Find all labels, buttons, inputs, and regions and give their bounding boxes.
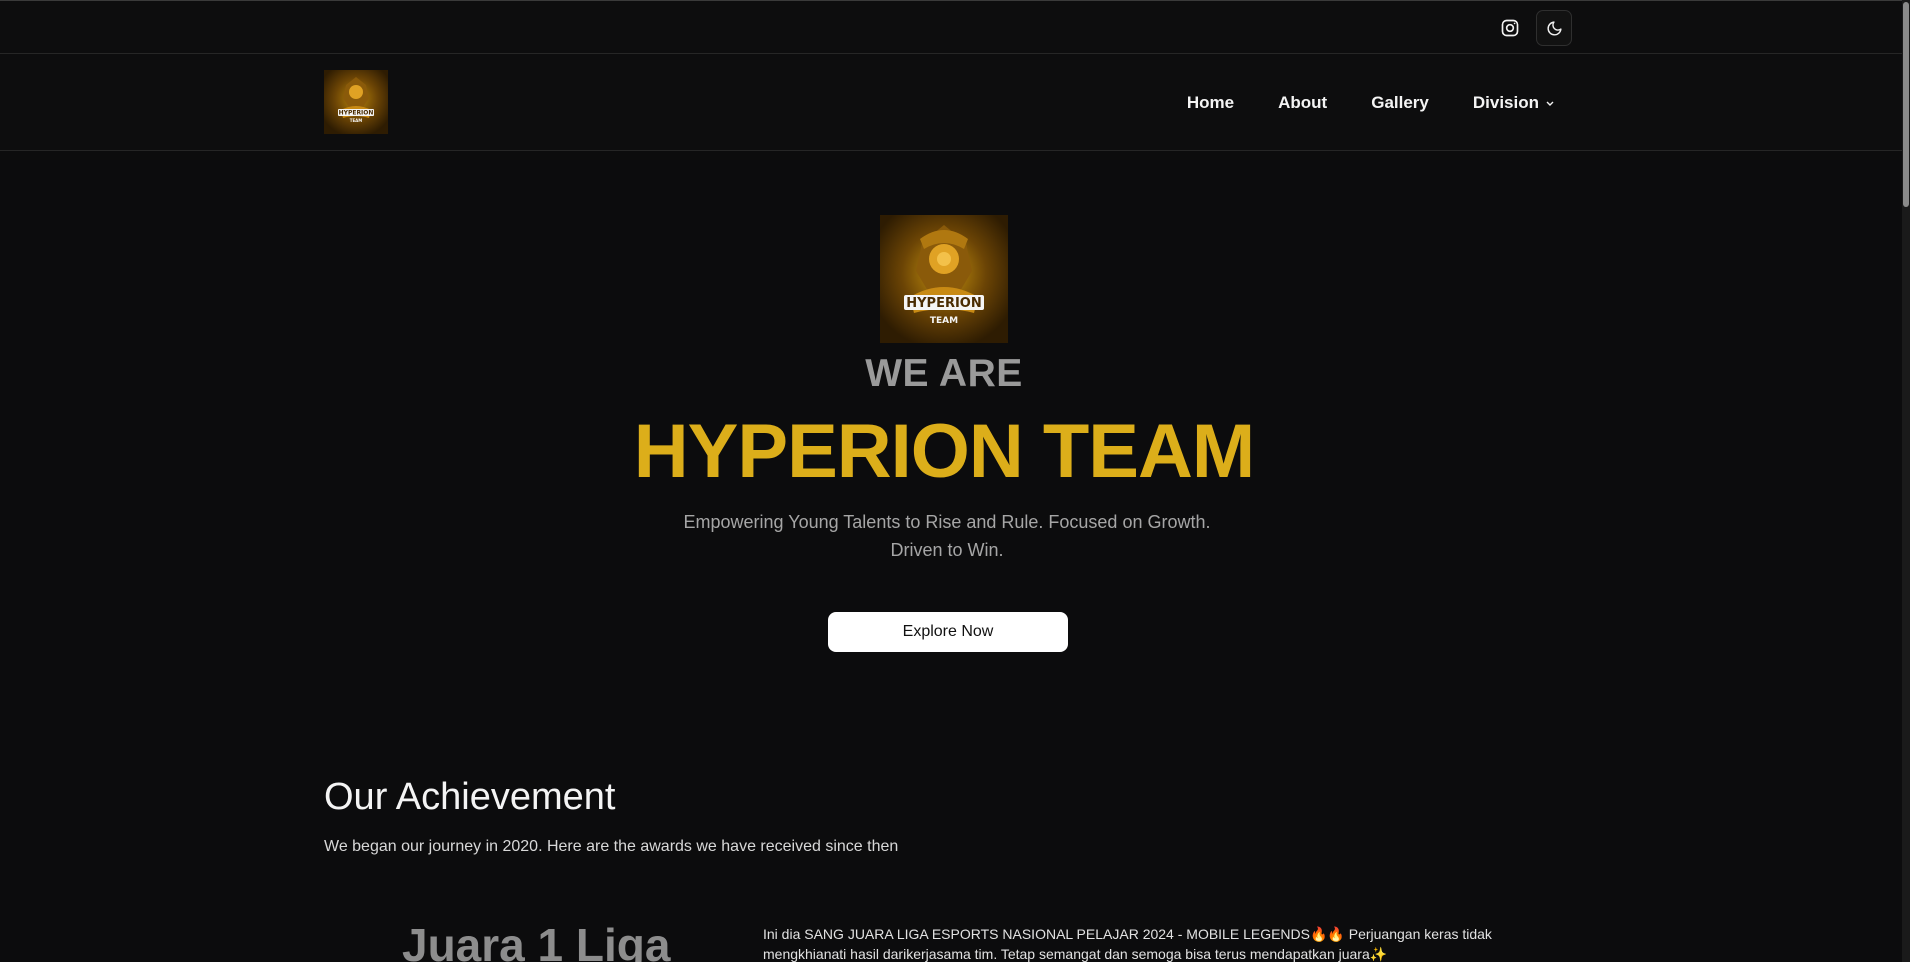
nav-gallery-label: Gallery: [1371, 92, 1429, 112]
main-navbar: HYPERION TEAM Home About Gallery Divisio…: [0, 54, 1902, 151]
hero-title: HYPERION TEAM: [633, 409, 1255, 494]
hyperion-logo: HYPERION TEAM: [324, 70, 388, 134]
theme-toggle-button[interactable]: [1536, 10, 1572, 46]
explore-now-button[interactable]: Explore Now: [828, 612, 1068, 652]
achievements-subtitle: We began our journey in 2020. Here are t…: [324, 838, 899, 855]
instagram-icon: [1501, 19, 1519, 37]
nav-home-label: Home: [1186, 92, 1235, 112]
hero-tagline: Empowering Young Talents to Rise and Rul…: [683, 512, 1211, 560]
achievement-card-title: Juara 1 Liga: [402, 919, 671, 962]
nav-division-label: Division: [1472, 92, 1539, 112]
top-utility-bar: [0, 0, 1902, 54]
page: HYPERION TEAM Home About Gallery Divisio…: [0, 0, 1910, 962]
nav-gallery[interactable]: Gallery: [1371, 93, 1429, 113]
nav-about-label: About: [1278, 92, 1328, 112]
nav-about[interactable]: About: [1278, 93, 1327, 113]
page-scrollbar[interactable]: [1902, 0, 1910, 962]
moon-icon: [1547, 20, 1562, 35]
svg-text:TEAM: TEAM: [930, 316, 958, 326]
achievements-title: Our Achievement: [324, 776, 616, 818]
chevron-down-icon: [1545, 98, 1555, 108]
svg-text:TEAM: TEAM: [350, 118, 363, 123]
nav-logo[interactable]: HYPERION TEAM: [324, 70, 388, 134]
svg-text:HYPERION: HYPERION: [339, 110, 374, 117]
nav-menu: Home About Gallery Division: [1143, 54, 1555, 151]
achievement-card-description: Ini dia SANG JUARA LIGA ESPORTS NASIONAL…: [763, 926, 1492, 962]
nav-home[interactable]: Home: [1187, 93, 1234, 113]
svg-text:HYPERION: HYPERION: [906, 296, 981, 311]
scrollbar-thumb[interactable]: [1903, 2, 1909, 207]
hyperion-logo: HYPERION TEAM: [880, 215, 1008, 343]
hero-logo: HYPERION TEAM: [880, 215, 1008, 343]
nav-division-dropdown[interactable]: Division: [1473, 93, 1555, 113]
hero-pre-title: WE ARE: [865, 352, 1023, 395]
instagram-link[interactable]: [1492, 10, 1528, 46]
